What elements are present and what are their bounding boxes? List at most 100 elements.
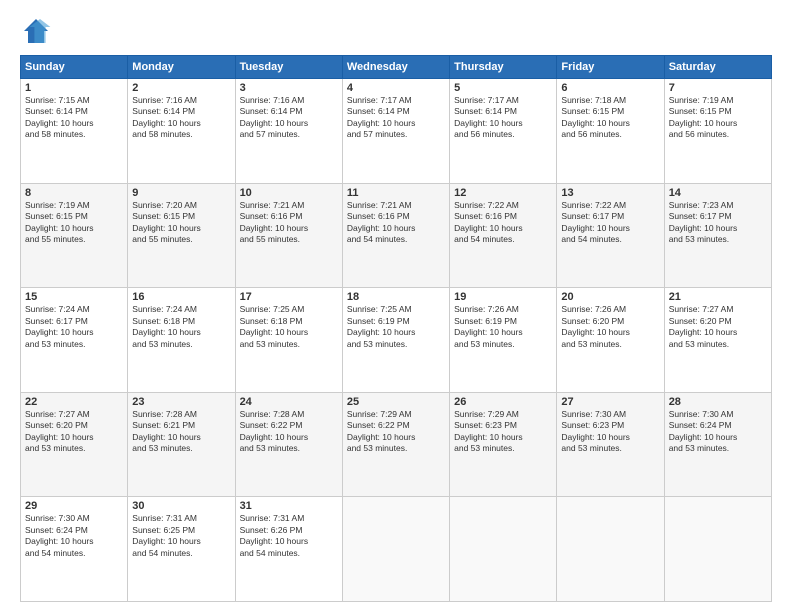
day-number: 31 — [240, 500, 338, 512]
day-number: 21 — [669, 291, 767, 303]
calendar-week-row: 29Sunrise: 7:30 AMSunset: 6:24 PMDayligh… — [21, 497, 772, 602]
calendar-cell: 9Sunrise: 7:20 AMSunset: 6:15 PMDaylight… — [128, 183, 235, 288]
day-number: 9 — [132, 187, 230, 199]
calendar-cell: 8Sunrise: 7:19 AMSunset: 6:15 PMDaylight… — [21, 183, 128, 288]
calendar-cell: 3Sunrise: 7:16 AMSunset: 6:14 PMDaylight… — [235, 79, 342, 184]
day-info: Sunrise: 7:28 AMSunset: 6:21 PMDaylight:… — [132, 409, 230, 455]
weekday-header: Monday — [128, 56, 235, 79]
calendar-cell — [450, 497, 557, 602]
calendar-cell — [557, 497, 664, 602]
day-number: 17 — [240, 291, 338, 303]
day-info: Sunrise: 7:31 AMSunset: 6:26 PMDaylight:… — [240, 513, 338, 559]
day-info: Sunrise: 7:30 AMSunset: 6:24 PMDaylight:… — [25, 513, 123, 559]
calendar-cell: 10Sunrise: 7:21 AMSunset: 6:16 PMDayligh… — [235, 183, 342, 288]
page: SundayMondayTuesdayWednesdayThursdayFrid… — [0, 0, 792, 612]
weekday-header: Saturday — [664, 56, 771, 79]
day-number: 6 — [561, 82, 659, 94]
day-info: Sunrise: 7:23 AMSunset: 6:17 PMDaylight:… — [669, 200, 767, 246]
day-number: 13 — [561, 187, 659, 199]
calendar-week-row: 15Sunrise: 7:24 AMSunset: 6:17 PMDayligh… — [21, 288, 772, 393]
day-info: Sunrise: 7:20 AMSunset: 6:15 PMDaylight:… — [132, 200, 230, 246]
calendar-week-row: 22Sunrise: 7:27 AMSunset: 6:20 PMDayligh… — [21, 392, 772, 497]
calendar-cell: 22Sunrise: 7:27 AMSunset: 6:20 PMDayligh… — [21, 392, 128, 497]
day-info: Sunrise: 7:16 AMSunset: 6:14 PMDaylight:… — [240, 95, 338, 141]
calendar-cell: 14Sunrise: 7:23 AMSunset: 6:17 PMDayligh… — [664, 183, 771, 288]
day-number: 30 — [132, 500, 230, 512]
calendar-cell: 2Sunrise: 7:16 AMSunset: 6:14 PMDaylight… — [128, 79, 235, 184]
calendar-cell: 23Sunrise: 7:28 AMSunset: 6:21 PMDayligh… — [128, 392, 235, 497]
calendar-week-row: 8Sunrise: 7:19 AMSunset: 6:15 PMDaylight… — [21, 183, 772, 288]
day-info: Sunrise: 7:22 AMSunset: 6:16 PMDaylight:… — [454, 200, 552, 246]
calendar-cell: 12Sunrise: 7:22 AMSunset: 6:16 PMDayligh… — [450, 183, 557, 288]
day-number: 3 — [240, 82, 338, 94]
day-number: 1 — [25, 82, 123, 94]
day-info: Sunrise: 7:17 AMSunset: 6:14 PMDaylight:… — [347, 95, 445, 141]
day-info: Sunrise: 7:29 AMSunset: 6:23 PMDaylight:… — [454, 409, 552, 455]
calendar-cell: 6Sunrise: 7:18 AMSunset: 6:15 PMDaylight… — [557, 79, 664, 184]
day-number: 8 — [25, 187, 123, 199]
calendar-cell: 1Sunrise: 7:15 AMSunset: 6:14 PMDaylight… — [21, 79, 128, 184]
calendar-cell: 16Sunrise: 7:24 AMSunset: 6:18 PMDayligh… — [128, 288, 235, 393]
day-info: Sunrise: 7:25 AMSunset: 6:19 PMDaylight:… — [347, 304, 445, 350]
day-number: 12 — [454, 187, 552, 199]
day-info: Sunrise: 7:24 AMSunset: 6:17 PMDaylight:… — [25, 304, 123, 350]
day-number: 19 — [454, 291, 552, 303]
weekday-header: Thursday — [450, 56, 557, 79]
calendar-cell — [664, 497, 771, 602]
day-info: Sunrise: 7:31 AMSunset: 6:25 PMDaylight:… — [132, 513, 230, 559]
weekday-header: Tuesday — [235, 56, 342, 79]
calendar-cell: 25Sunrise: 7:29 AMSunset: 6:22 PMDayligh… — [342, 392, 449, 497]
day-number: 29 — [25, 500, 123, 512]
weekday-header: Friday — [557, 56, 664, 79]
calendar-cell: 20Sunrise: 7:26 AMSunset: 6:20 PMDayligh… — [557, 288, 664, 393]
day-number: 24 — [240, 396, 338, 408]
logo — [20, 15, 56, 47]
day-number: 26 — [454, 396, 552, 408]
calendar-cell: 13Sunrise: 7:22 AMSunset: 6:17 PMDayligh… — [557, 183, 664, 288]
day-number: 2 — [132, 82, 230, 94]
weekday-header: Wednesday — [342, 56, 449, 79]
day-number: 23 — [132, 396, 230, 408]
day-number: 14 — [669, 187, 767, 199]
day-info: Sunrise: 7:27 AMSunset: 6:20 PMDaylight:… — [669, 304, 767, 350]
day-number: 25 — [347, 396, 445, 408]
calendar-cell: 17Sunrise: 7:25 AMSunset: 6:18 PMDayligh… — [235, 288, 342, 393]
day-info: Sunrise: 7:27 AMSunset: 6:20 PMDaylight:… — [25, 409, 123, 455]
day-info: Sunrise: 7:16 AMSunset: 6:14 PMDaylight:… — [132, 95, 230, 141]
logo-icon — [20, 15, 52, 47]
day-number: 7 — [669, 82, 767, 94]
calendar-cell: 4Sunrise: 7:17 AMSunset: 6:14 PMDaylight… — [342, 79, 449, 184]
weekday-header: Sunday — [21, 56, 128, 79]
day-info: Sunrise: 7:21 AMSunset: 6:16 PMDaylight:… — [347, 200, 445, 246]
calendar-cell: 5Sunrise: 7:17 AMSunset: 6:14 PMDaylight… — [450, 79, 557, 184]
day-number: 27 — [561, 396, 659, 408]
calendar-cell: 11Sunrise: 7:21 AMSunset: 6:16 PMDayligh… — [342, 183, 449, 288]
calendar-cell: 18Sunrise: 7:25 AMSunset: 6:19 PMDayligh… — [342, 288, 449, 393]
header — [20, 15, 772, 47]
day-info: Sunrise: 7:15 AMSunset: 6:14 PMDaylight:… — [25, 95, 123, 141]
day-info: Sunrise: 7:29 AMSunset: 6:22 PMDaylight:… — [347, 409, 445, 455]
day-number: 11 — [347, 187, 445, 199]
calendar: SundayMondayTuesdayWednesdayThursdayFrid… — [20, 55, 772, 602]
day-info: Sunrise: 7:24 AMSunset: 6:18 PMDaylight:… — [132, 304, 230, 350]
calendar-cell: 28Sunrise: 7:30 AMSunset: 6:24 PMDayligh… — [664, 392, 771, 497]
day-info: Sunrise: 7:22 AMSunset: 6:17 PMDaylight:… — [561, 200, 659, 246]
day-number: 5 — [454, 82, 552, 94]
calendar-header-row: SundayMondayTuesdayWednesdayThursdayFrid… — [21, 56, 772, 79]
day-info: Sunrise: 7:30 AMSunset: 6:23 PMDaylight:… — [561, 409, 659, 455]
day-info: Sunrise: 7:18 AMSunset: 6:15 PMDaylight:… — [561, 95, 659, 141]
calendar-cell: 19Sunrise: 7:26 AMSunset: 6:19 PMDayligh… — [450, 288, 557, 393]
day-info: Sunrise: 7:19 AMSunset: 6:15 PMDaylight:… — [25, 200, 123, 246]
calendar-cell: 27Sunrise: 7:30 AMSunset: 6:23 PMDayligh… — [557, 392, 664, 497]
calendar-cell: 26Sunrise: 7:29 AMSunset: 6:23 PMDayligh… — [450, 392, 557, 497]
calendar-cell: 31Sunrise: 7:31 AMSunset: 6:26 PMDayligh… — [235, 497, 342, 602]
day-info: Sunrise: 7:30 AMSunset: 6:24 PMDaylight:… — [669, 409, 767, 455]
day-number: 18 — [347, 291, 445, 303]
calendar-week-row: 1Sunrise: 7:15 AMSunset: 6:14 PMDaylight… — [21, 79, 772, 184]
day-info: Sunrise: 7:17 AMSunset: 6:14 PMDaylight:… — [454, 95, 552, 141]
day-number: 16 — [132, 291, 230, 303]
calendar-cell: 21Sunrise: 7:27 AMSunset: 6:20 PMDayligh… — [664, 288, 771, 393]
day-number: 20 — [561, 291, 659, 303]
day-number: 10 — [240, 187, 338, 199]
calendar-cell — [342, 497, 449, 602]
